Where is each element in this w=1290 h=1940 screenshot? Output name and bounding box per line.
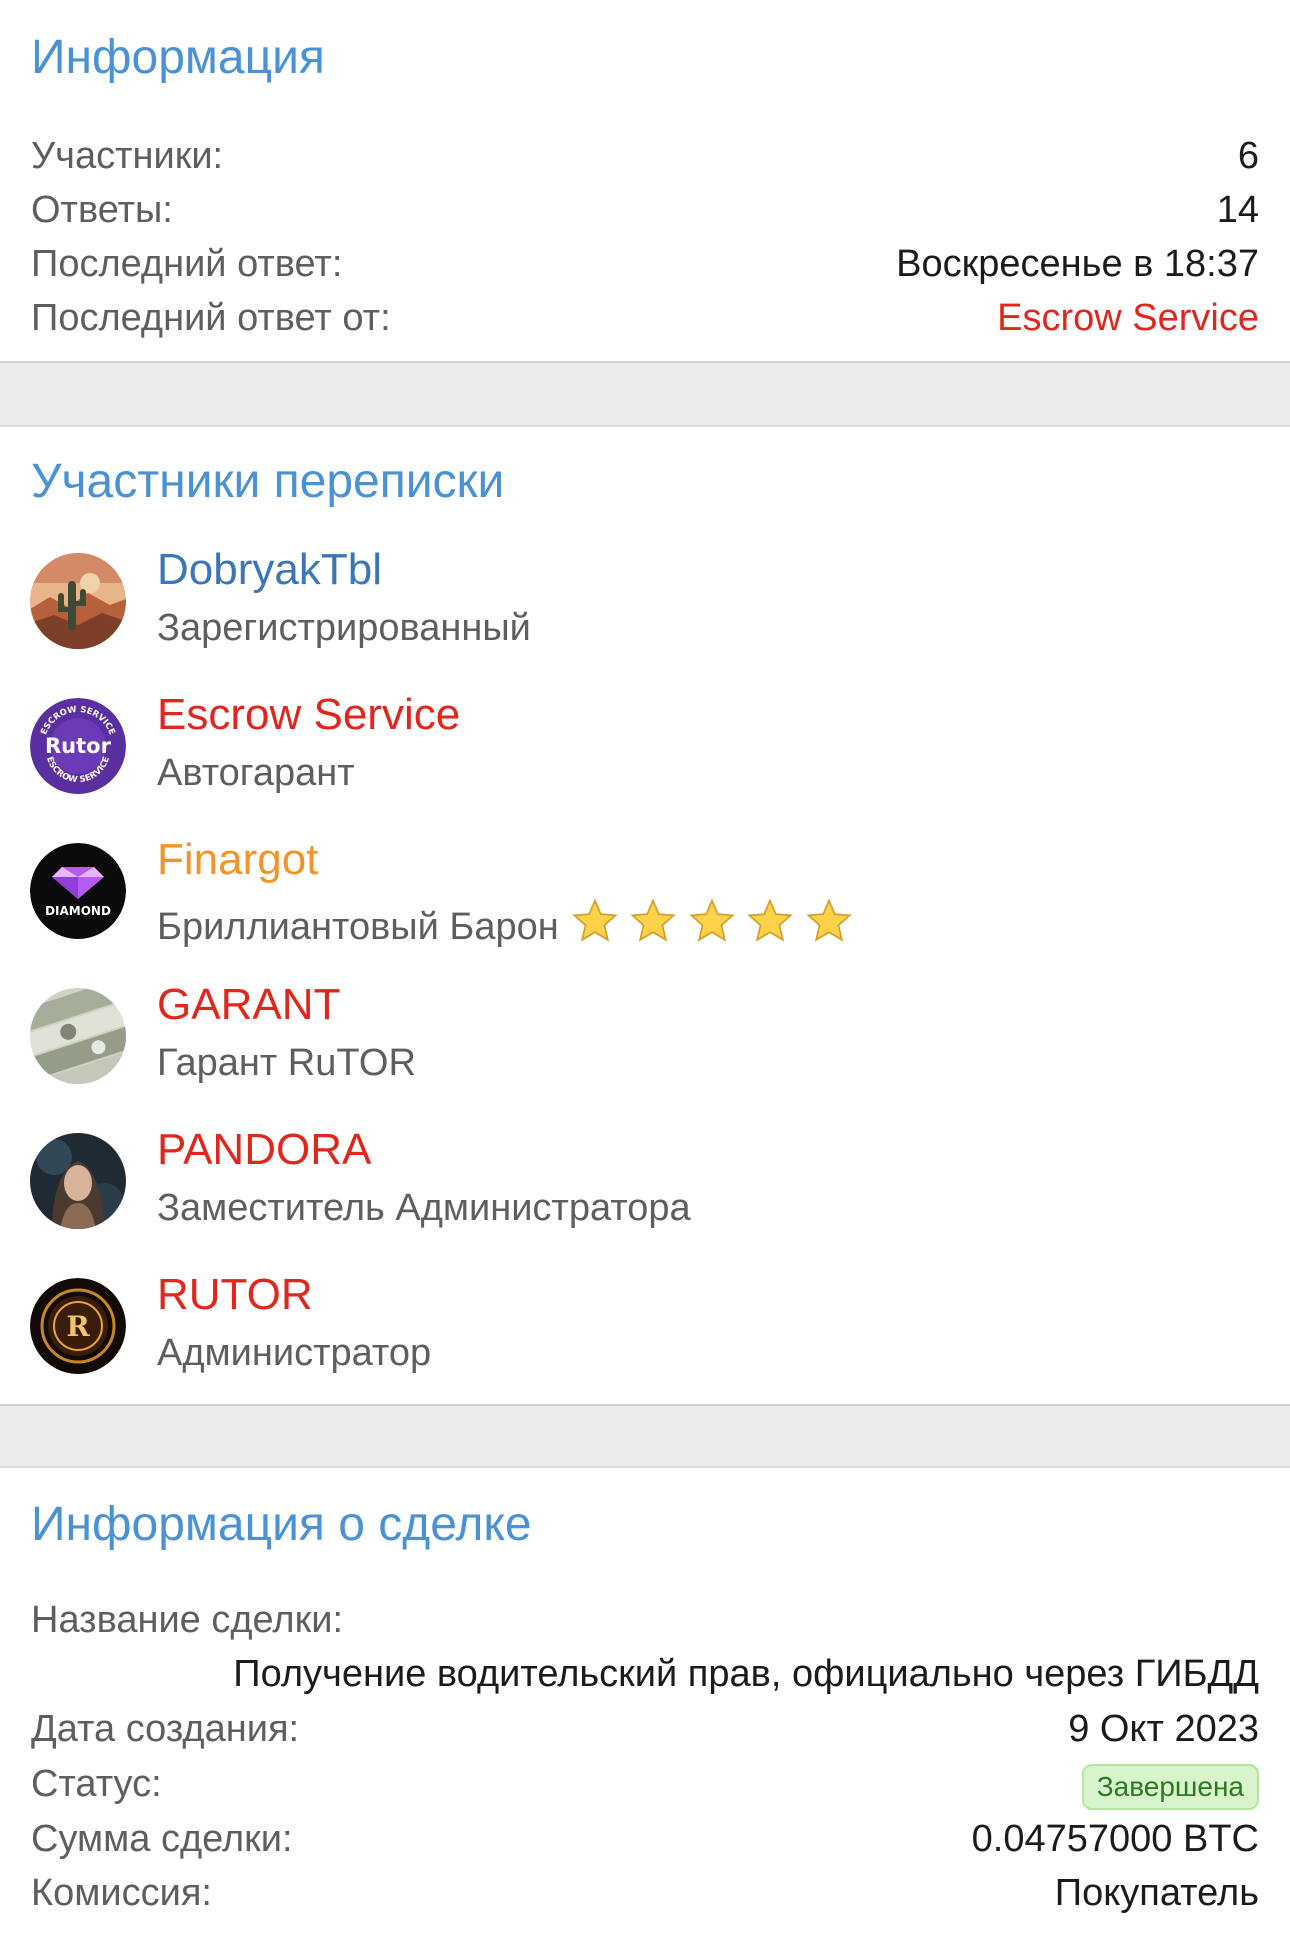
member-name-link[interactable]: DobryakTbl (157, 545, 382, 595)
deal-name-label: Название сделки: (31, 1599, 343, 1641)
deal-date-label: Дата создания: (31, 1708, 300, 1750)
star-icon (806, 898, 852, 942)
star-icon (630, 898, 677, 942)
member-name-link[interactable]: Finargot (157, 835, 318, 885)
money-avatar[interactable] (30, 988, 126, 1084)
deal-amount-value: 0.04757000 BTC (971, 1818, 1259, 1860)
woman-portrait-avatar[interactable] (30, 1133, 126, 1229)
info-block: Информация Участники: 6 Ответы: 14 После… (0, 0, 1290, 363)
member-item: GARANT Гарант RuTOR (0, 980, 1290, 1108)
desert-cactus-avatar[interactable] (30, 553, 126, 649)
member-role: Автогарант (157, 752, 355, 794)
participants-count-label: Участники: (31, 135, 224, 177)
member-name-link[interactable]: PANDORA (157, 1125, 371, 1175)
member-item: DIAMOND Finargot Бриллиантовый Барон (0, 835, 1290, 963)
member-item: R RUTOR Администратор (0, 1270, 1290, 1398)
deal-date-value: 9 Окт 2023 (1068, 1708, 1259, 1750)
member-name-link[interactable]: Escrow Service (157, 690, 460, 740)
replies-count-value: 14 (1216, 189, 1259, 231)
deal-name-value: Получение водительский прав, официально … (233, 1653, 1259, 1695)
member-item: ESCROW SERVICE ESCROW SERVICE Rutor Escr… (0, 690, 1290, 818)
deal-fee-label: Комиссия: (31, 1872, 212, 1914)
last-reply-label: Последний ответ: (31, 243, 343, 285)
last-reply-from-label: Последний ответ от: (31, 297, 391, 339)
svg-text:DIAMOND: DIAMOND (45, 904, 111, 918)
member-name-link[interactable]: GARANT (157, 980, 340, 1030)
diamond-avatar[interactable]: DIAMOND (30, 843, 126, 939)
member-role: Зарегистрированный (157, 607, 531, 649)
member-role-text: Бриллиантовый Барон (157, 906, 559, 948)
member-name-link[interactable]: RUTOR (157, 1270, 313, 1320)
deal-info-title: Информация о сделке (31, 1498, 532, 1551)
member-item: DobryakTbl Зарегистрированный (0, 545, 1290, 673)
replies-count-label: Ответы: (31, 189, 173, 231)
member-item: PANDORA Заместитель Администратора (0, 1125, 1290, 1253)
status-badge: Завершена (1081, 1764, 1259, 1810)
deal-amount-label: Сумма сделки: (31, 1818, 293, 1860)
gold-r-emblem-avatar[interactable]: R (30, 1278, 126, 1374)
member-role: Гарант RuTOR (157, 1042, 416, 1084)
member-role: Бриллиантовый Барон (157, 897, 852, 955)
participants-title: Участники переписки (31, 455, 505, 508)
member-role: Заместитель Администратора (157, 1187, 691, 1229)
star-icon (571, 898, 618, 942)
deal-fee-value: Покупатель (1054, 1872, 1259, 1914)
participants-count-value: 6 (1237, 135, 1259, 177)
svg-text:Rutor: Rutor (45, 734, 112, 758)
last-reply-value: Воскресенье в 18:37 (896, 243, 1259, 285)
star-icon (747, 898, 794, 942)
svg-text:R: R (66, 1310, 90, 1343)
escrow-rutor-badge-avatar[interactable]: ESCROW SERVICE ESCROW SERVICE Rutor (30, 698, 126, 794)
info-title: Информация (31, 31, 325, 84)
deal-status-label: Статус: (31, 1763, 162, 1805)
member-role: Администратор (157, 1332, 432, 1374)
last-reply-from-link[interactable]: Escrow Service (997, 297, 1259, 340)
rank-stars (569, 897, 852, 955)
participants-block: Участники переписки DobryakTbl Зарегистр… (0, 425, 1290, 1406)
deal-info-block: Информация о сделке Название сделки: Пол… (0, 1466, 1290, 1940)
star-icon (689, 898, 735, 942)
